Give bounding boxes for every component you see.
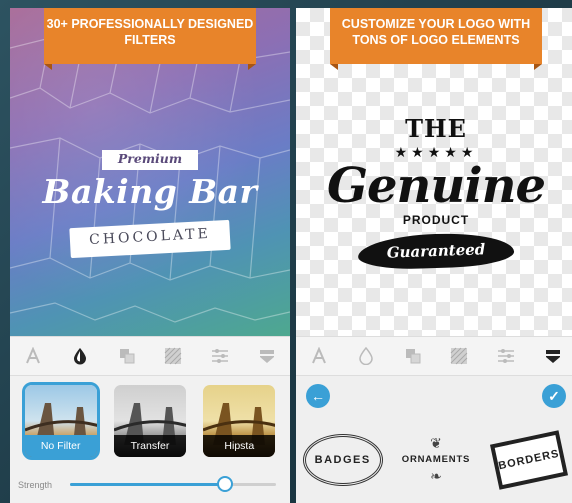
checkmark-icon: ✓ [548, 387, 560, 404]
ornament-top-icon: ❦ [430, 435, 442, 451]
category-label: BADGES [311, 453, 374, 466]
filter-hipsta[interactable]: Hipsta [200, 382, 278, 460]
slider-knob[interactable] [216, 476, 233, 492]
filter-label: No Filter [24, 435, 97, 457]
filter-no-filter[interactable]: No Filter [21, 382, 100, 460]
editor-toolbar [10, 336, 290, 376]
filter-transfer[interactable]: Transfer [111, 382, 189, 460]
category-borders[interactable]: BORDERS [488, 429, 570, 491]
text-icon[interactable] [308, 345, 330, 367]
layers-icon[interactable] [116, 345, 138, 367]
logo-elements-panel: CUSTOMIZE YOUR LOGO WITH TONS OF LOGO EL… [296, 8, 572, 503]
filter-label: Transfer [113, 435, 186, 457]
layers-icon[interactable] [402, 345, 424, 367]
texture-icon[interactable] [162, 345, 184, 367]
category-badges[interactable]: BADGES [302, 429, 384, 491]
sliders-icon[interactable] [209, 345, 231, 367]
slider-fill [70, 483, 225, 486]
strength-label: Strength [18, 479, 53, 490]
element-categories: BADGES ❦ ORNAMENTS ❧ BORDERS [296, 416, 572, 503]
sliders-icon[interactable] [495, 345, 517, 367]
badge-icon[interactable] [256, 345, 278, 367]
border-preview: BORDERS [490, 429, 569, 490]
logo-top-text: Premium [117, 151, 183, 166]
texture-icon[interactable] [448, 345, 470, 367]
strength-slider[interactable] [70, 476, 276, 492]
filter-label: Hipsta [203, 435, 276, 457]
arrow-left-icon: ← [311, 388, 325, 404]
confirm-button[interactable]: ✓ [542, 384, 566, 408]
category-label: ORNAMENTS [401, 454, 471, 465]
badge-icon[interactable] [542, 345, 564, 367]
ornament-bottom-icon: ❧ [430, 468, 442, 484]
text-icon[interactable] [22, 345, 44, 367]
feature-banner: 30+ PROFESSIONALLY DESIGNED FILTERS [44, 8, 256, 70]
ornament-preview: ❦ ORNAMENTS ❧ [402, 436, 470, 483]
drop-icon[interactable] [355, 345, 377, 367]
logo-main-text: Genuine [327, 158, 546, 214]
feature-banner: CUSTOMIZE YOUR LOGO WITH TONS OF LOGO EL… [330, 8, 542, 70]
filter-list: No Filter Transfer Hipsta [10, 376, 290, 466]
logo-top-text: THE [405, 114, 467, 143]
strength-control: Strength [10, 466, 290, 503]
logo-sub-text: PRODUCT [402, 213, 470, 227]
badge-preview: BADGES [302, 433, 383, 486]
logo-main-text: Baking Bar [42, 172, 258, 211]
drop-icon[interactable] [69, 345, 91, 367]
filters-panel: 30+ PROFESSIONALLY DESIGNED FILTERS Prem… [10, 8, 290, 503]
element-nav: ← ✓ [296, 376, 572, 416]
category-label: BORDERS [497, 447, 561, 472]
category-ornaments[interactable]: ❦ ORNAMENTS ❧ [395, 429, 477, 491]
editor-toolbar [296, 336, 572, 376]
back-button[interactable]: ← [306, 384, 330, 408]
